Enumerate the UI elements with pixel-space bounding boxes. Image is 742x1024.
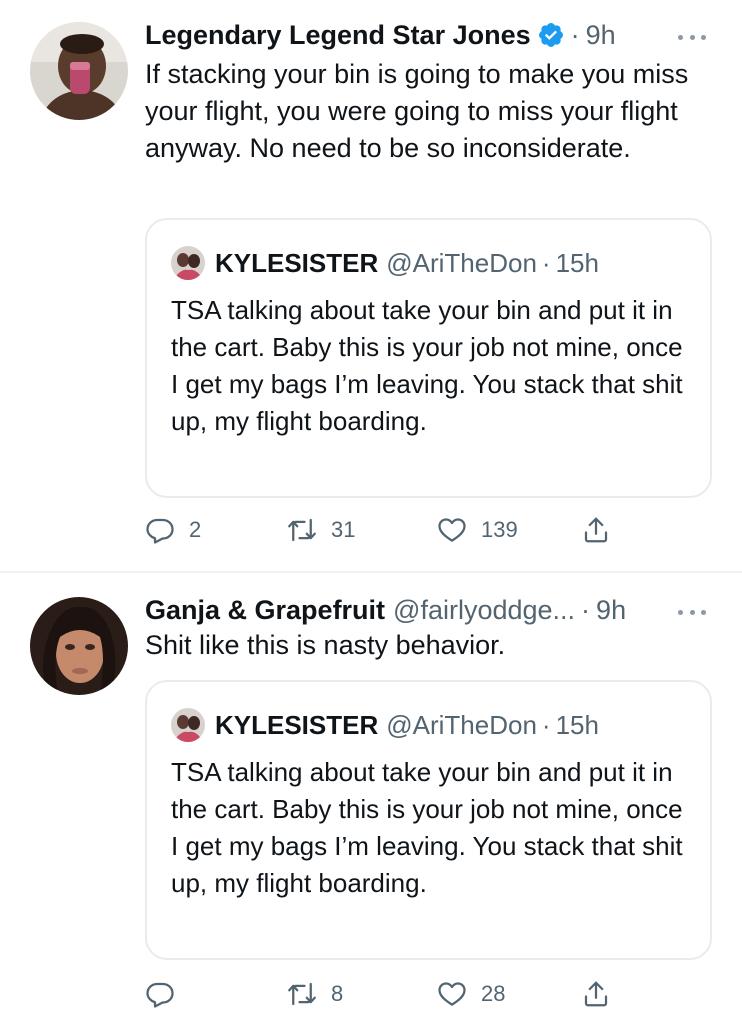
reply-icon (146, 982, 174, 1008)
verified-icon (537, 21, 565, 49)
display-name[interactable]: Legendary Legend Star Jones (145, 20, 531, 51)
separator: · (541, 709, 551, 740)
like-count: 139 (481, 517, 518, 542)
more-icon[interactable] (672, 22, 712, 52)
tweet[interactable]: Legendary Legend Star Jones · 9h If stac… (0, 0, 742, 572)
like-icon (438, 518, 466, 542)
tweet-text: If stacking your bin is going to make yo… (145, 59, 689, 163)
tweet-text: Shit like this is nasty behavior. (145, 630, 506, 660)
reply-icon (146, 518, 174, 544)
retweet-count: 8 (331, 981, 344, 1006)
reply-count: 2 (189, 517, 202, 542)
handle[interactable]: @fairlyoddge... (393, 595, 575, 626)
tweet-actions: 2 31 139 (145, 512, 625, 548)
quoted-timestamp: 15h (555, 709, 599, 740)
timestamp[interactable]: 9h (586, 20, 616, 51)
timeline-feed: Legendary Legend Star Jones · 9h If stac… (0, 0, 742, 1024)
avatar[interactable] (30, 22, 128, 120)
share-icon (584, 517, 608, 543)
tweet-actions: 8 28 (145, 976, 625, 1012)
avatar (171, 246, 205, 280)
share-button[interactable] (581, 976, 611, 1012)
quoted-handle: @AriTheDon (386, 709, 537, 740)
separator: · (581, 594, 591, 625)
like-button[interactable]: 139 (437, 512, 518, 548)
reply-button[interactable]: 2 (145, 512, 201, 548)
tweet[interactable]: Ganja & Grapefruit @fairlyoddge... · 9h … (0, 573, 742, 1024)
like-button[interactable]: 28 (437, 976, 505, 1012)
more-icon[interactable] (672, 597, 712, 627)
reply-button[interactable] (145, 976, 189, 1012)
retweet-icon (288, 518, 316, 542)
quoted-tweet[interactable]: KYLESISTER @AriTheDon · 15h TSA talking … (145, 680, 712, 960)
retweet-button[interactable]: 31 (287, 512, 355, 548)
separator: · (541, 247, 551, 278)
retweet-button[interactable]: 8 (287, 976, 343, 1012)
retweet-icon (288, 982, 316, 1006)
quoted-handle: @AriTheDon (386, 247, 537, 278)
retweet-count: 31 (331, 517, 356, 542)
tweet-header: Legendary Legend Star Jones · 9h (145, 18, 712, 52)
display-name[interactable]: Ganja & Grapefruit (145, 595, 385, 626)
quoted-tweet[interactable]: KYLESISTER @AriTheDon · 15h TSA talking … (145, 218, 712, 498)
quoted-tweet-text: TSA talking about take your bin and put … (171, 757, 683, 898)
quoted-tweet-header: KYLESISTER @AriTheDon · 15h (171, 246, 599, 280)
quoted-display-name: KYLESISTER (215, 247, 379, 278)
timestamp[interactable]: 9h (596, 595, 626, 626)
separator: · (570, 19, 580, 50)
share-icon (584, 981, 608, 1007)
quoted-display-name: KYLESISTER (215, 709, 379, 740)
quoted-timestamp: 15h (555, 247, 599, 278)
like-count: 28 (481, 981, 506, 1006)
avatar (171, 708, 205, 742)
quoted-tweet-text: TSA talking about take your bin and put … (171, 295, 683, 436)
avatar[interactable] (30, 597, 128, 695)
like-icon (438, 982, 466, 1006)
share-button[interactable] (581, 512, 611, 548)
tweet-header: Ganja & Grapefruit @fairlyoddge... · 9h (145, 593, 712, 627)
quoted-tweet-header: KYLESISTER @AriTheDon · 15h (171, 708, 599, 742)
